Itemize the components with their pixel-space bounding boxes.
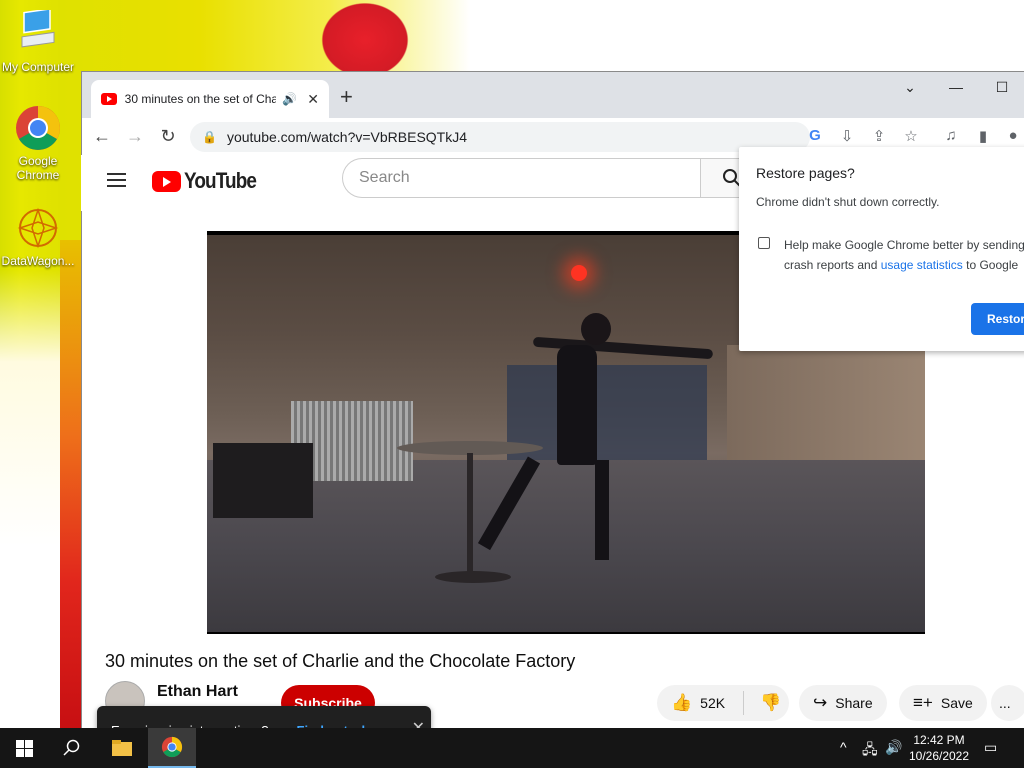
thumbs-up-icon[interactable]: 👍 — [671, 693, 692, 713]
folder-icon — [112, 740, 132, 756]
restore-subtitle: Chrome didn't shut down correctly. — [756, 195, 940, 209]
more-actions-button[interactable]: ... — [991, 685, 1024, 721]
channel-name[interactable]: Ethan Hart — [157, 683, 238, 701]
thumbs-down-icon[interactable]: 👎 — [760, 693, 781, 713]
desktop-icon-google-chrome[interactable]: Google Chrome — [0, 104, 76, 182]
clock-date: 10/26/2022 — [908, 749, 970, 763]
youtube-wordmark: YouTube — [184, 168, 257, 193]
windows-logo-icon — [15, 739, 33, 757]
taskbar-search-button[interactable] — [48, 728, 96, 768]
crash-report-label: Help make Google Chrome better by sendin… — [784, 235, 1024, 275]
share-arrow-icon: ↪ — [813, 693, 828, 712]
start-button[interactable] — [0, 728, 48, 768]
save-label: Save — [940, 695, 973, 711]
crash-report-checkbox[interactable] — [758, 237, 770, 249]
clock-time: 12:42 PM — [913, 733, 965, 747]
share-label: Share — [835, 695, 873, 711]
network-icon[interactable]: 🖧 — [862, 739, 878, 763]
playlist-add-icon: ≡+ — [913, 693, 933, 712]
youtube-play-icon — [152, 170, 181, 192]
desktop-icon-label: Google Chrome — [16, 154, 60, 182]
desktop-icon-datawagon[interactable]: DataWagon... — [0, 204, 76, 268]
desktop-icon-label: My Computer — [1, 60, 75, 74]
search-input[interactable]: Search — [342, 158, 700, 198]
search-icon — [63, 739, 80, 756]
volume-icon[interactable]: 🔊 — [885, 739, 902, 756]
more-icon: ... — [999, 695, 1011, 711]
desktop-icon-my-computer[interactable]: My Computer — [0, 8, 76, 74]
computer-icon — [14, 8, 62, 58]
restore-button[interactable]: Restore — [971, 303, 1024, 335]
like-count[interactable]: 52K — [700, 695, 725, 711]
chrome-icon — [14, 104, 62, 152]
like-dislike-group: 👍 52K 👎 — [657, 685, 789, 721]
youtube-logo[interactable]: YouTube — [152, 168, 268, 194]
chevron-up-icon[interactable]: ^ — [840, 739, 847, 755]
notification-center-icon[interactable]: ▭ — [984, 739, 997, 756]
taskbar-chrome[interactable] — [148, 728, 196, 768]
restore-title: Restore pages? — [756, 165, 855, 181]
system-clock[interactable]: 12:42 PM 10/26/2022 — [904, 732, 974, 764]
taskbar: ^ 🖧 🔊 12:42 PM 10/26/2022 ▭ — [0, 728, 1024, 768]
taskbar-file-explorer[interactable] — [98, 728, 146, 768]
chrome-icon — [161, 736, 183, 758]
desktop-icon-label: DataWagon... — [1, 254, 75, 268]
restore-pages-dialog: Restore pages? Chrome didn't shut down c… — [739, 147, 1024, 351]
save-button[interactable]: ≡+ Save — [899, 685, 987, 721]
help-text-2: to Google — [966, 258, 1019, 272]
share-button[interactable]: ↪ Share — [799, 685, 887, 721]
datawagon-icon — [14, 204, 62, 252]
menu-icon[interactable] — [107, 173, 126, 187]
usage-statistics-link[interactable]: usage statistics — [881, 258, 963, 272]
video-title: 30 minutes on the set of Charlie and the… — [105, 651, 576, 671]
